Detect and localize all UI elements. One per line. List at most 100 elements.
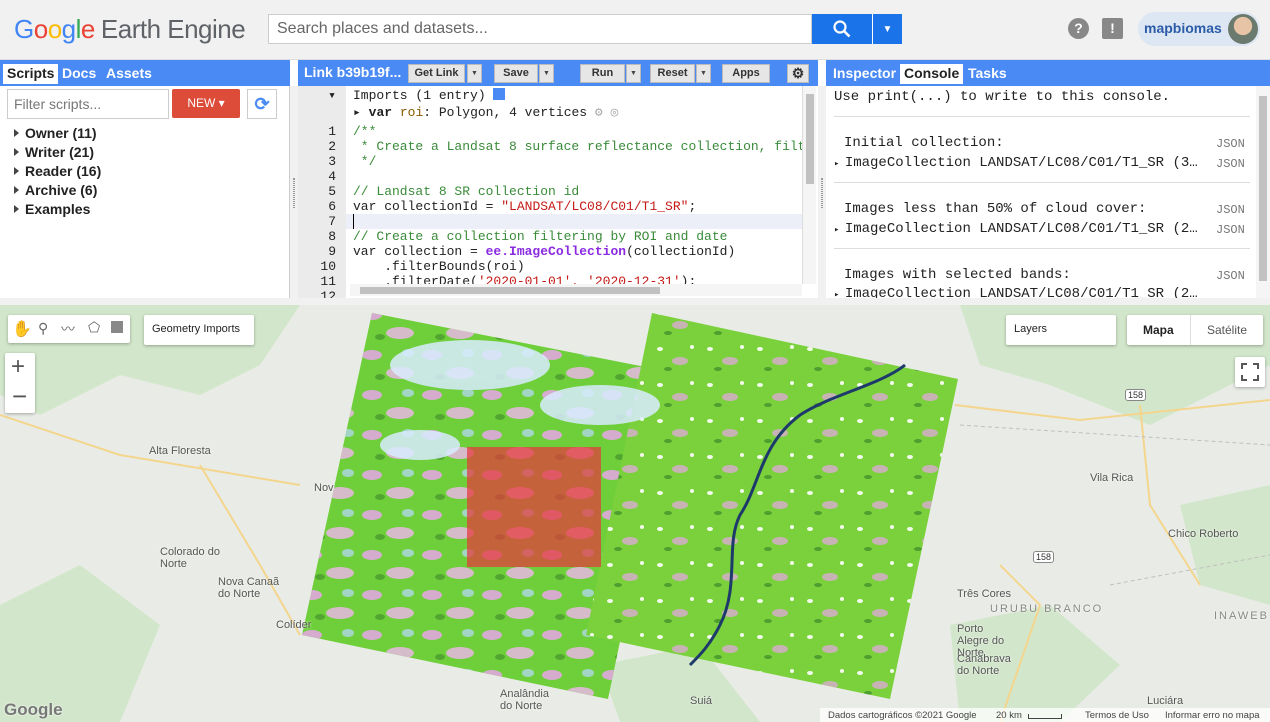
zoom-out-icon[interactable]: −	[12, 381, 27, 412]
console-entry-label: Initial collection:	[844, 135, 1004, 151]
code-token: var collection =	[353, 244, 486, 259]
feedback-icon[interactable]: !	[1102, 18, 1123, 39]
reset-button[interactable]: Reset	[650, 64, 695, 83]
run-button[interactable]: Run	[580, 64, 625, 83]
tree-item-archive[interactable]: Archive (6)	[14, 182, 97, 198]
new-label: NEW	[187, 96, 216, 110]
marker-icon[interactable]: ⚲	[38, 320, 48, 337]
line-number: 10	[320, 259, 336, 274]
run-dropdown[interactable]: ▼	[626, 64, 641, 83]
console-hint: Use print(...) to write to this console.	[834, 89, 1171, 105]
tree-label: Examples	[25, 201, 91, 217]
report-error-link[interactable]: Informar erro no mapa	[1165, 710, 1260, 721]
apps-button[interactable]: Apps	[722, 64, 770, 83]
get-link-dropdown[interactable]: ▼	[467, 64, 482, 83]
user-account-button[interactable]: mapbiomas	[1138, 12, 1260, 46]
tab-assets[interactable]: Assets	[102, 64, 156, 84]
tab-tasks[interactable]: Tasks	[964, 64, 1011, 84]
settings-icon[interactable]: ⚙	[595, 105, 603, 120]
geometry-imports-button[interactable]: Geometry Imports	[144, 315, 254, 345]
line-number: 7	[328, 214, 336, 229]
filter-scripts-input[interactable]: Filter scripts...	[7, 89, 169, 119]
console-entry-label: Images less than 50% of cloud cover:	[844, 201, 1147, 217]
tree-item-writer[interactable]: Writer (21)	[14, 144, 94, 160]
divider	[834, 116, 1250, 117]
console-entry-value[interactable]: ▸ ImageCollection LANDSAT/LC08/C01/T1_SR…	[834, 286, 1198, 298]
reset-dropdown[interactable]: ▼	[696, 64, 711, 83]
search-input[interactable]: Search places and datasets...	[268, 14, 812, 44]
search-options-dropdown[interactable]: ▼	[872, 14, 902, 44]
editor-vertical-scrollbar[interactable]	[802, 86, 816, 284]
basemap	[0, 305, 1270, 722]
code-token: ;	[688, 199, 697, 214]
import-name: roi	[399, 105, 424, 120]
code-token: var collectionId =	[353, 199, 502, 214]
value-text: ImageCollection LANDSAT/LC08/C01/T1_SR (…	[844, 286, 1198, 298]
panel-splitter[interactable]	[290, 86, 298, 298]
json-button[interactable]: JSON	[1216, 269, 1245, 283]
import-kw: var	[368, 105, 393, 120]
map-splitter[interactable]	[0, 298, 1270, 305]
get-link-button[interactable]: Get Link	[408, 64, 465, 83]
tree-count: (6)	[80, 182, 98, 198]
tab-inspector[interactable]: Inspector	[829, 64, 900, 84]
panel-splitter[interactable]	[818, 86, 826, 298]
line-number: 5	[328, 184, 336, 199]
roi-polygon	[467, 447, 601, 567]
json-button[interactable]: JSON	[1216, 157, 1245, 171]
script-title[interactable]: Link b39b19f...	[300, 63, 405, 83]
current-line-highlight	[346, 214, 802, 229]
search-button[interactable]	[812, 14, 872, 44]
tree-label: Archive	[25, 182, 77, 198]
code-line: var collectionId = "LANDSAT/LC08/C01/T1_…	[353, 199, 696, 214]
expand-icon	[14, 129, 19, 137]
map-type-control: Mapa Satélite	[1127, 315, 1263, 345]
tab-docs[interactable]: Docs	[58, 64, 100, 84]
fold-icon[interactable]: ▾	[298, 88, 336, 103]
help-icon[interactable]: ?	[1068, 18, 1089, 39]
console-scrollbar[interactable]	[1256, 86, 1270, 298]
google-logo: Google	[4, 700, 63, 719]
json-button[interactable]: JSON	[1216, 203, 1245, 217]
console-entry-value[interactable]: ▸ ImageCollection LANDSAT/LC08/C01/T1_SR…	[834, 155, 1198, 171]
user-name: mapbiomas	[1144, 20, 1222, 36]
polygon-icon[interactable]: ⬠	[88, 319, 100, 336]
zoom-in-icon[interactable]: +	[11, 353, 25, 381]
tab-scripts[interactable]: Scripts	[3, 64, 59, 84]
tree-item-reader[interactable]: Reader (16)	[14, 163, 101, 179]
google-earth-engine-logo[interactable]: Google Earth Engine	[14, 14, 246, 45]
import-roi[interactable]: ▸ var roi: Polygon, 4 vertices ⚙ ◎	[353, 105, 618, 120]
code-area[interactable]: ▾ Imports (1 entry) ▸ var roi: Polygon, …	[298, 86, 802, 298]
line-icon[interactable]: 〰	[61, 319, 75, 339]
tree-item-owner[interactable]: Owner (11)	[14, 125, 97, 141]
refresh-icon[interactable]: ⟳	[247, 89, 277, 119]
map-type-satellite[interactable]: Satélite	[1207, 323, 1247, 337]
tab-console[interactable]: Console	[900, 64, 964, 84]
product-name: Earth Engine	[100, 14, 246, 44]
console-entry-value[interactable]: ▸ ImageCollection LANDSAT/LC08/C01/T1_SR…	[834, 221, 1198, 237]
fullscreen-icon[interactable]	[1235, 357, 1265, 387]
imports-header[interactable]: Imports (1 entry)	[353, 88, 506, 103]
json-button[interactable]: JSON	[1216, 137, 1245, 151]
console-panel: Inspector Console Tasks Use print(...) t…	[826, 60, 1270, 298]
rectangle-icon[interactable]	[111, 321, 123, 333]
json-button[interactable]: JSON	[1216, 223, 1245, 237]
save-dropdown[interactable]: ▼	[539, 64, 554, 83]
map-footer: Dados cartográficos ©2021 Google 20 km T…	[820, 708, 1270, 722]
new-script-button[interactable]: NEW ▾	[172, 89, 240, 118]
map-type-mapa[interactable]: Mapa	[1143, 323, 1174, 337]
tree-item-examples[interactable]: Examples	[14, 201, 90, 217]
hand-icon[interactable]: ✋	[12, 319, 32, 339]
editor-horizontal-scrollbar[interactable]	[350, 284, 802, 296]
map-view[interactable]: ✋ ⚲ 〰 ⬠ Geometry Imports + − Layers Mapa…	[0, 305, 1270, 722]
attribution: Dados cartográficos ©2021 Google	[828, 710, 977, 721]
code-line: * Create a Landsat 8 surface reflectance…	[353, 139, 802, 154]
import-desc: : Polygon, 4 vertices	[423, 105, 588, 120]
value-text: ImageCollection LANDSAT/LC08/C01/T1_SR (…	[844, 155, 1198, 171]
gear-icon[interactable]: ⚙	[787, 64, 809, 83]
save-button[interactable]: Save	[494, 64, 538, 83]
layers-button[interactable]: Layers	[1006, 315, 1116, 345]
visibility-icon[interactable]: ◎	[611, 105, 619, 120]
line-number: 3	[328, 154, 336, 169]
terms-link[interactable]: Termos de Uso	[1085, 710, 1149, 721]
